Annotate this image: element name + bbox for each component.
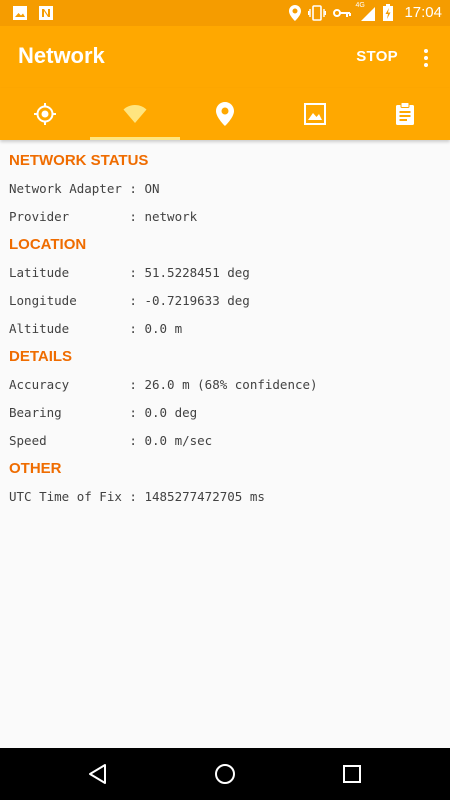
row-bearing: Bearing : 0.0 deg: [9, 405, 198, 420]
image-icon: [13, 6, 27, 20]
section-title-network-status: NETWORK STATUS: [9, 152, 149, 169]
row-longitude: Longitude : -0.7219633 deg: [9, 293, 250, 308]
tab-network[interactable]: [90, 88, 180, 140]
back-icon[interactable]: [86, 762, 110, 786]
tab-log[interactable]: [360, 88, 450, 140]
location-pin-icon: [289, 4, 302, 21]
image-icon: [304, 103, 326, 125]
section-title-other: OTHER: [9, 460, 62, 477]
app-title: Network: [18, 43, 105, 68]
row-network-adapter: Network Adapter : ON: [9, 181, 160, 196]
app-bar: Network STOP: [0, 26, 450, 88]
tab-bar: [0, 88, 450, 140]
navigation-bar: [0, 748, 450, 800]
stop-button[interactable]: STOP: [356, 48, 398, 65]
recents-icon[interactable]: [340, 762, 364, 786]
status-time: 17:04: [404, 4, 442, 21]
row-latitude: Latitude : 51.5228451 deg: [9, 265, 250, 280]
row-speed: Speed : 0.0 m/sec: [9, 433, 213, 448]
section-title-details: DETAILS: [9, 348, 73, 365]
signal-icon: 4G: [355, 2, 376, 21]
row-altitude: Altitude : 0.0 m: [9, 321, 183, 336]
notification-n-icon: [39, 6, 53, 20]
battery-charging-icon: [383, 4, 394, 21]
tab-images[interactable]: [270, 88, 360, 140]
map-pin-icon: [216, 102, 234, 126]
clipboard-icon: [396, 102, 414, 125]
overflow-menu-icon[interactable]: [416, 46, 436, 70]
tab-gps[interactable]: [0, 88, 90, 140]
wifi-icon: [123, 105, 147, 123]
row-accuracy: Accuracy : 26.0 m (68% confidence): [9, 377, 318, 392]
gps-target-icon: [34, 103, 56, 125]
vibrate-icon: [308, 4, 327, 21]
row-provider: Provider : network: [9, 209, 198, 224]
tab-location[interactable]: [180, 88, 270, 140]
home-icon[interactable]: [213, 762, 237, 786]
status-bar: 4G 17:04: [0, 0, 450, 26]
row-utc-time-of-fix: UTC Time of Fix : 1485277472705 ms: [9, 489, 265, 504]
vpn-key-icon: [333, 8, 352, 17]
content-panel: NETWORK STATUS Network Adapter : ON Prov…: [9, 150, 441, 514]
section-title-location: LOCATION: [9, 236, 87, 253]
